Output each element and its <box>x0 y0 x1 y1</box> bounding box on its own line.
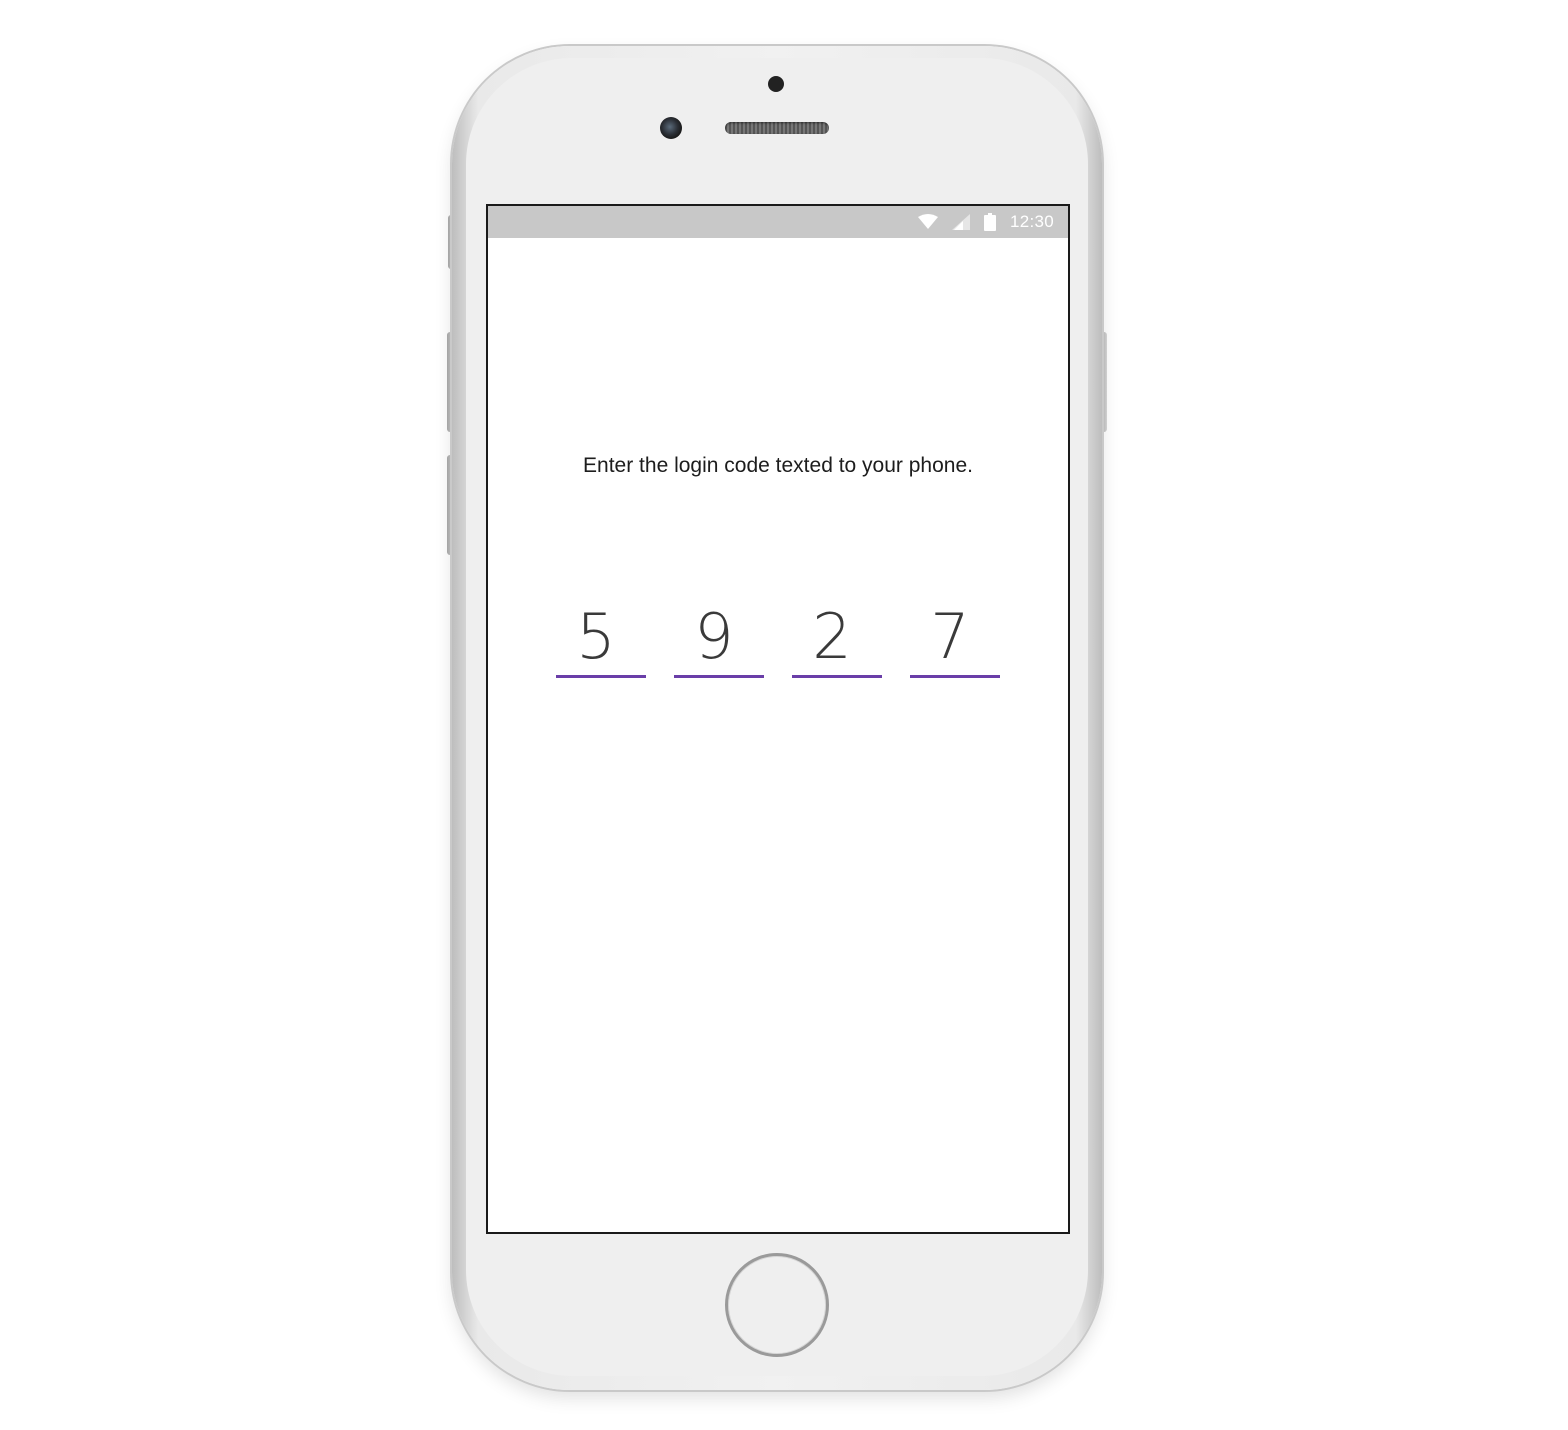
code-underline <box>674 675 764 678</box>
signal-icon <box>951 214 970 230</box>
status-time: 12:30 <box>1009 212 1054 231</box>
code-underline <box>910 675 1000 678</box>
code-input-row: 5 9 2 7 <box>556 604 1000 678</box>
wifi-icon <box>917 214 938 230</box>
code-underline <box>792 675 882 678</box>
code-digit: 7 <box>930 600 970 673</box>
earpiece-speaker <box>725 122 829 134</box>
phone-screen: 12:30 Enter the login code texted to you… <box>486 204 1070 1234</box>
front-camera <box>660 117 682 139</box>
code-digit: 5 <box>576 600 616 673</box>
login-prompt: Enter the login code texted to your phon… <box>583 454 973 477</box>
status-icons: 12:30 <box>917 206 1054 238</box>
code-digit-field[interactable]: 5 <box>556 604 646 678</box>
status-bar: 12:30 <box>488 206 1068 238</box>
home-button[interactable] <box>725 1253 829 1357</box>
mockup-stage: 12:30 Enter the login code texted to you… <box>0 0 1568 1430</box>
code-digit: 9 <box>694 600 734 673</box>
code-digit-field[interactable]: 2 <box>792 604 882 678</box>
code-digit-field[interactable]: 9 <box>674 604 764 678</box>
front-sensor <box>768 76 784 92</box>
code-underline <box>556 675 646 678</box>
code-digit-field[interactable]: 7 <box>910 604 1000 678</box>
battery-icon <box>983 213 996 231</box>
code-digit: 2 <box>812 600 852 673</box>
